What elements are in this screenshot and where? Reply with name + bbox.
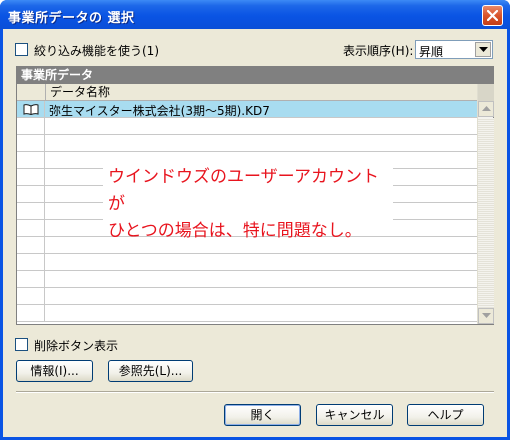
chevron-up-icon — [482, 106, 491, 111]
table-row[interactable] — [17, 288, 477, 305]
filter-checkbox[interactable] — [15, 43, 28, 56]
scrollbar-header-block — [478, 84, 494, 101]
column-header-row: データ名称 — [17, 84, 477, 101]
show-delete-checkbox[interactable] — [15, 338, 28, 351]
window-title: 事業所データの 選択 — [8, 11, 135, 26]
table-row[interactable] — [17, 254, 477, 271]
dialog-window: 事業所データの 選択 絞り込み機能を使う(1) 表示順序(H): 昇順 事業所デ… — [0, 0, 510, 440]
help-button[interactable]: ヘルプ — [407, 404, 484, 426]
show-delete-checkbox-label[interactable]: 削除ボタン表示 — [34, 337, 118, 354]
table-row[interactable] — [17, 271, 477, 288]
chevron-down-icon — [479, 47, 488, 52]
dialog-client-area: 絞り込み機能を使う(1) 表示順序(H): 昇順 事業所データ データ名称 弥生… — [3, 29, 507, 437]
column-header-data-name[interactable]: データ名称 — [45, 84, 477, 101]
info-button[interactable]: 情報(I)... — [16, 360, 93, 382]
reference-button[interactable]: 参照先(L)... — [108, 360, 193, 382]
cancel-button[interactable]: キャンセル — [316, 404, 393, 426]
table-row[interactable] — [17, 305, 477, 322]
row-data-name: 弥生マイスター株式会社(3期〜5期).KD7 — [49, 104, 270, 118]
scroll-track[interactable] — [478, 118, 494, 308]
title-bar[interactable]: 事業所データの 選択 — [0, 0, 510, 29]
annotation-line-2: ひとつの場合は、特に問題なし。 — [108, 221, 362, 241]
vertical-scrollbar[interactable] — [477, 84, 494, 324]
book-icon — [23, 104, 39, 115]
sort-order-value: 昇順 — [419, 45, 444, 59]
button-separator — [16, 391, 494, 393]
chevron-down-icon — [482, 313, 491, 318]
close-icon — [487, 10, 498, 21]
sort-order-select[interactable]: 昇順 — [415, 40, 493, 59]
open-button[interactable]: 開く — [224, 404, 301, 426]
scroll-up-button[interactable] — [478, 101, 494, 117]
scroll-down-button[interactable] — [478, 308, 494, 324]
sort-order-dropdown-button[interactable] — [475, 42, 491, 57]
filter-checkbox-label[interactable]: 絞り込み機能を使う(1) — [34, 42, 159, 59]
annotation-note: ウインドウズのユーザーアカウントが ひとつの場合は、特に問題なし。 — [103, 164, 393, 241]
grid-caption: 事業所データ — [17, 67, 493, 84]
close-button[interactable] — [482, 5, 503, 26]
annotation-line-1: ウインドウズのユーザーアカウントが — [108, 167, 379, 214]
table-row[interactable]: 弥生マイスター株式会社(3期〜5期).KD7 — [17, 101, 477, 118]
table-row[interactable] — [17, 135, 477, 152]
table-row[interactable] — [17, 118, 477, 135]
row-gutter — [17, 101, 45, 118]
sort-order-label: 表示順序(H): — [343, 44, 414, 58]
